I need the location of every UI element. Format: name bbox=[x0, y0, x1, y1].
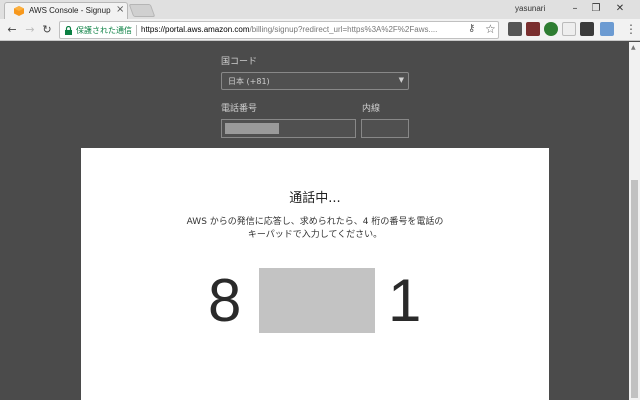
chevron-down-icon: ▼ bbox=[398, 76, 404, 84]
minimize-button[interactable]: – bbox=[565, 1, 585, 17]
redacted-phone-value bbox=[225, 123, 279, 134]
reload-icon[interactable]: ↻ bbox=[40, 23, 54, 37]
extension-icon-3[interactable] bbox=[544, 22, 558, 36]
secure-label: 保護された通信 bbox=[76, 26, 132, 35]
instruction-line-1: AWS からの発信に応答し、求められたら、4 桁の番号を電話の bbox=[186, 217, 444, 227]
extension-icon-4[interactable] bbox=[562, 22, 576, 36]
url-host: https://portal.aws.amazon.com bbox=[141, 25, 250, 34]
back-arrow-icon[interactable]: ← bbox=[5, 23, 19, 37]
extension-field[interactable] bbox=[361, 119, 409, 138]
modal-instructions: AWS からの発信に応答し、求められたら、4 桁の番号を電話の キーパッドで入力… bbox=[165, 216, 465, 242]
lock-icon bbox=[65, 26, 72, 35]
country-code-value: 日本 (+81) bbox=[228, 77, 270, 86]
tab-strip: AWS Console - Signup × yasunari – ❐ ✕ bbox=[0, 0, 640, 19]
scroll-thumb[interactable] bbox=[631, 180, 638, 398]
extension-pocket-icon[interactable] bbox=[508, 22, 522, 36]
forward-arrow-icon[interactable]: → bbox=[23, 23, 37, 37]
close-window-button[interactable]: ✕ bbox=[610, 1, 630, 17]
extension-dropbox-icon[interactable] bbox=[600, 22, 614, 36]
url-text[interactable]: https://portal.aws.amazon.com/billing/si… bbox=[141, 25, 437, 34]
instruction-line-2: キーパッドで入力してください。 bbox=[247, 230, 383, 240]
browser-toolbar: ← → ↻ 保護された通信 https://portal.aws.amazon.… bbox=[0, 19, 640, 41]
star-icon[interactable]: ☆ bbox=[485, 22, 496, 36]
key-icon[interactable]: ⚷ bbox=[468, 23, 475, 34]
extension-label: 内線 bbox=[362, 104, 381, 114]
pin-digit-first: 8 bbox=[208, 267, 242, 334]
phone-number-label: 電話番号 bbox=[221, 104, 258, 114]
tab-aws-console[interactable]: AWS Console - Signup × bbox=[4, 2, 128, 19]
maximize-button[interactable]: ❐ bbox=[586, 1, 606, 17]
redacted-pin-digits bbox=[259, 268, 375, 333]
extension-icon-2[interactable] bbox=[526, 22, 540, 36]
tab-close-icon[interactable]: × bbox=[116, 4, 124, 16]
aws-favicon-icon bbox=[14, 6, 24, 16]
new-tab-button[interactable] bbox=[128, 4, 156, 17]
address-bar[interactable]: 保護された通信 https://portal.aws.amazon.com/bi… bbox=[59, 21, 499, 39]
pin-digit-last: 1 bbox=[388, 267, 422, 334]
extension-icon-5[interactable] bbox=[580, 22, 594, 36]
menu-icon[interactable]: ⋮ bbox=[625, 22, 637, 36]
omnibox-divider bbox=[136, 25, 137, 36]
scrollbar[interactable]: ▲ bbox=[629, 42, 640, 400]
country-code-select[interactable]: 日本 (+81) ▼ bbox=[221, 72, 409, 90]
phone-number-field[interactable] bbox=[221, 119, 356, 138]
profile-name[interactable]: yasunari bbox=[515, 4, 545, 13]
scroll-up-arrow-icon[interactable]: ▲ bbox=[631, 44, 636, 51]
tab-title: AWS Console - Signup bbox=[29, 6, 111, 15]
modal-title: 通話中... bbox=[289, 191, 341, 206]
url-path: /billing/signup?redirect_url=https%3A%2F… bbox=[249, 25, 438, 34]
calling-modal: 通話中... AWS からの発信に応答し、求められたら、4 桁の番号を電話の キ… bbox=[81, 148, 549, 400]
country-code-label: 国コード bbox=[221, 57, 258, 67]
